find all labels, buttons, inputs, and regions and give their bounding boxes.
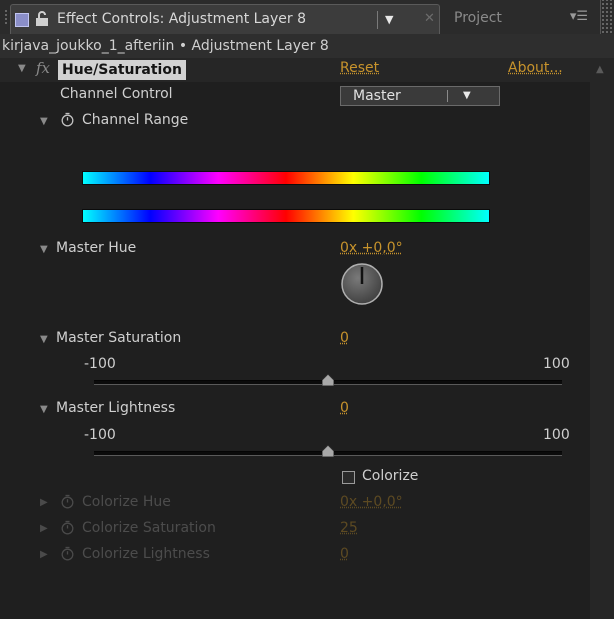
panel-menu-icon[interactable]: ▾☰ [562, 6, 596, 28]
colorize-lightness-value[interactable]: 0 [340, 546, 349, 562]
effect-name[interactable]: Hue/Saturation [58, 60, 186, 80]
stopwatch-icon[interactable] [60, 546, 75, 561]
tab-project[interactable]: Project [442, 4, 562, 34]
twirl-down-icon[interactable]: ▼ [18, 63, 26, 74]
master-saturation-label: Master Saturation [56, 330, 182, 346]
layer-header: kirjava_joukko_1_afteriin • Adjustment L… [0, 34, 614, 58]
tab-effect-controls[interactable]: Effect Controls: Adjustment Layer 8 ▼ ✕ [10, 4, 440, 34]
fx-toggle-icon[interactable]: fx [36, 59, 50, 77]
effect-controls-content: ▼ fx Hue/Saturation Reset About... Chann… [0, 58, 614, 619]
vertical-scrollbar[interactable]: ▲ [590, 58, 614, 619]
channel-control-value: Master [353, 88, 401, 104]
lightness-slider-thumb[interactable] [322, 445, 334, 457]
layer-menu-dropdown-icon[interactable]: ▼ [385, 11, 421, 29]
master-lightness-label: Master Lightness [56, 400, 176, 416]
tab-title: Effect Controls: Adjustment Layer 8 [57, 11, 307, 27]
stopwatch-icon[interactable] [60, 520, 75, 535]
master-hue-value[interactable]: 0x +0,0° [340, 240, 403, 256]
colorize-checkbox[interactable] [342, 471, 355, 484]
channel-control-dropdown[interactable]: Master ▼ [340, 86, 500, 106]
lightness-min-label: -100 [84, 427, 116, 443]
reset-link[interactable]: Reset [340, 60, 379, 76]
effect-row: ▼ fx Hue/Saturation Reset About... [0, 58, 590, 82]
master-saturation-value[interactable]: 0 [340, 330, 349, 346]
colorize-hue-label: Colorize Hue [82, 494, 171, 510]
colorize-saturation-value[interactable]: 25 [340, 520, 358, 536]
channel-range-spectrum-bottom[interactable] [82, 209, 490, 223]
lock-icon[interactable] [35, 11, 49, 27]
colorize-label: Colorize [362, 468, 419, 484]
panel-edge-grip[interactable] [600, 0, 614, 34]
colorize-lightness-label: Colorize Lightness [82, 546, 210, 562]
channel-range-spectrum-top [82, 171, 490, 185]
lightness-max-label: 100 [543, 427, 570, 443]
about-link[interactable]: About... [508, 60, 563, 76]
saturation-slider-thumb[interactable] [322, 374, 334, 386]
colorize-saturation-label: Colorize Saturation [82, 520, 216, 536]
scroll-up-arrow-icon[interactable]: ▲ [596, 64, 604, 75]
close-icon[interactable]: ✕ [424, 10, 438, 28]
dropdown-divider [447, 90, 448, 102]
stopwatch-icon[interactable] [60, 494, 75, 509]
chevron-down-icon: ▼ [463, 90, 471, 101]
saturation-max-label: 100 [543, 356, 570, 372]
panel-icon [15, 13, 29, 27]
twirl-right-icon[interactable]: ▶ [40, 523, 48, 534]
panel-grip-handle[interactable] [4, 9, 8, 25]
channel-range-label: Channel Range [82, 112, 189, 128]
tab-project-label: Project [454, 10, 502, 26]
panel-tab-bar: Effect Controls: Adjustment Layer 8 ▼ ✕ … [0, 0, 614, 35]
channel-control-label: Channel Control [60, 86, 173, 102]
master-hue-label: Master Hue [56, 240, 137, 256]
twirl-down-icon[interactable]: ▼ [40, 404, 48, 415]
twirl-down-icon[interactable]: ▼ [40, 116, 48, 127]
twirl-down-icon[interactable]: ▼ [40, 244, 48, 255]
twirl-right-icon[interactable]: ▶ [40, 549, 48, 560]
stopwatch-icon[interactable] [60, 112, 75, 127]
master-lightness-value[interactable]: 0 [340, 400, 349, 416]
tab-divider [377, 11, 378, 29]
saturation-min-label: -100 [84, 356, 116, 372]
twirl-right-icon[interactable]: ▶ [40, 497, 48, 508]
twirl-down-icon[interactable]: ▼ [40, 334, 48, 345]
hue-dial-icon[interactable] [340, 262, 384, 306]
colorize-hue-value[interactable]: 0x +0,0° [340, 494, 403, 510]
